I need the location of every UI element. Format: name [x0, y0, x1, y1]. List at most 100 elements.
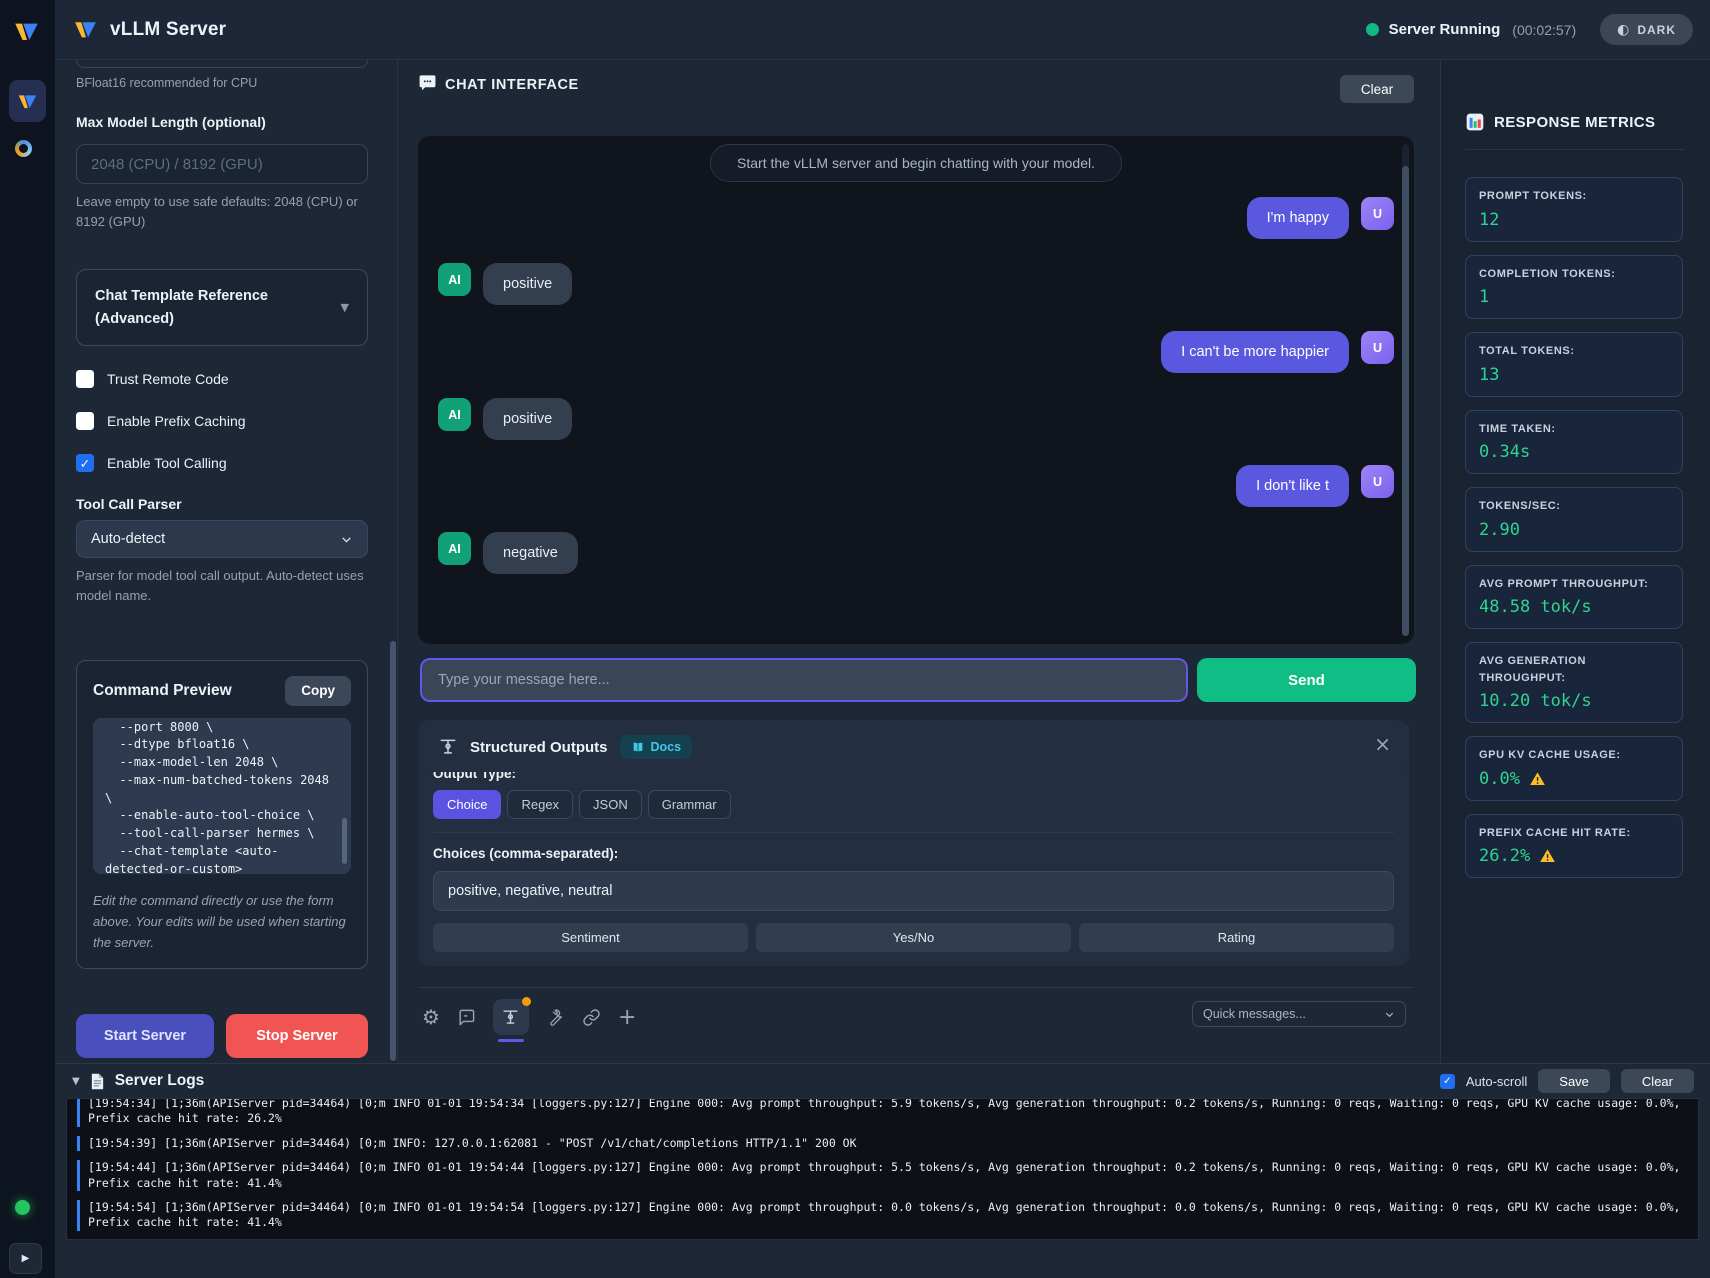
autoscroll-checkbox[interactable]: ✓ — [1440, 1074, 1455, 1089]
metric-value: 0.34s — [1479, 442, 1669, 462]
ai-bubble: negative — [483, 532, 578, 574]
warning-icon — [1529, 771, 1546, 787]
sidebar-scrollbar-thumb[interactable] — [390, 641, 396, 1061]
metric-card-completion-tokens: COMPLETION TOKENS: 1 — [1465, 255, 1683, 320]
preset-yesno[interactable]: Yes/No — [756, 923, 1071, 952]
ai-bubble: positive — [483, 263, 572, 305]
message-square-icon[interactable] — [457, 1008, 476, 1027]
autoscroll-label: Auto-scroll — [1466, 1074, 1527, 1089]
choices-input[interactable] — [433, 871, 1394, 911]
checkbox-unchecked-icon — [76, 370, 94, 388]
message-input[interactable] — [420, 658, 1188, 702]
chat-message-user: I can't be more happier U — [438, 331, 1394, 373]
chat-message-ai: AI negative — [438, 532, 1394, 574]
chat-message-user: I don't like t U — [438, 465, 1394, 507]
enable-prefix-caching-label: Enable Prefix Caching — [107, 413, 246, 429]
structured-outputs-icon — [438, 737, 458, 757]
user-bubble: I don't like t — [1236, 465, 1349, 507]
play-icon: ▶ — [22, 1253, 30, 1264]
ai-avatar: AI — [438, 398, 471, 431]
stop-server-button[interactable]: Stop Server — [226, 1014, 368, 1058]
max-model-length-input[interactable] — [76, 144, 368, 184]
server-uptime: (00:02:57) — [1512, 22, 1576, 38]
link-icon[interactable] — [582, 1008, 601, 1027]
quick-messages-select[interactable]: Quick messages... — [1192, 1001, 1406, 1027]
logs-save-button[interactable]: Save — [1538, 1069, 1610, 1093]
gear-icon[interactable]: ⚙ — [422, 1005, 440, 1029]
logs-clear-button[interactable]: Clear — [1621, 1069, 1694, 1093]
copy-button[interactable]: Copy — [285, 676, 351, 706]
welcome-message: Start the vLLM server and begin chatting… — [710, 144, 1122, 182]
metric-value: 2.90 — [1479, 520, 1669, 540]
enable-prefix-caching-checkbox[interactable]: Enable Prefix Caching — [76, 412, 368, 430]
metric-card-avg-generation-throughput: AVG GENERATION THROUGHPUT: 10.20 tok/s — [1465, 642, 1683, 723]
tool-call-parser-helper: Parser for model tool call output. Auto-… — [76, 566, 368, 606]
metric-card-time-taken: TIME TAKEN: 0.34s — [1465, 410, 1683, 475]
server-logs-section: ▼ Server Logs ✓ Auto-scroll Save Clear [… — [55, 1063, 1710, 1278]
chat-clear-button[interactable]: Clear — [1340, 75, 1414, 103]
command-preview-code[interactable]: --port 8000 \ --dtype bfloat16 \ --max-m… — [93, 718, 351, 874]
chat-template-reference-collapsible[interactable]: Chat Template Reference (Advanced) ▼ — [76, 269, 368, 346]
command-preview-title: Command Preview — [93, 682, 232, 700]
theme-toggle-label: DARK — [1637, 23, 1676, 37]
chevron-down-icon — [1384, 1009, 1395, 1020]
structured-outputs-icon — [501, 1008, 520, 1027]
metric-label: PREFIX CACHE HIT RATE: — [1479, 825, 1669, 842]
log-output-area[interactable]: [19:54:34] [1;36m(APIServer pid=34464) [… — [66, 1098, 1699, 1240]
play-button[interactable]: ▶ — [9, 1243, 42, 1274]
server-logs-title: Server Logs — [115, 1072, 205, 1090]
preset-rating[interactable]: Rating — [1079, 923, 1394, 952]
output-type-grammar[interactable]: Grammar — [648, 790, 731, 819]
metric-card-avg-prompt-throughput: AVG PROMPT THROUGHPUT: 48.58 tok/s — [1465, 565, 1683, 630]
chat-message-ai: AI positive — [438, 263, 1394, 305]
tool-call-parser-select[interactable]: Auto-detect — [76, 520, 368, 558]
output-type-json[interactable]: JSON — [579, 790, 642, 819]
active-badge-dot — [522, 997, 531, 1006]
structured-outputs-title: Structured Outputs — [470, 739, 608, 756]
dtype-helper-text: BFloat16 recommended for CPU — [76, 76, 368, 90]
metric-value: 26.2% — [1479, 846, 1530, 866]
chat-scrollbar-thumb[interactable] — [1402, 166, 1409, 636]
metric-value: 48.58 tok/s — [1479, 597, 1669, 617]
app-root: ▶ vLLM Server Server Running (00:02:57) … — [0, 0, 1710, 1278]
start-server-button[interactable]: Start Server — [76, 1014, 214, 1058]
divider — [1465, 149, 1685, 150]
docs-link[interactable]: Docs — [620, 735, 693, 759]
warning-icon — [1539, 848, 1556, 864]
plus-icon[interactable]: + — [618, 1005, 636, 1030]
metric-value: 10.20 tok/s — [1479, 691, 1669, 711]
metric-value: 12 — [1479, 210, 1669, 230]
max-model-length-helper: Leave empty to use safe defaults: 2048 (… — [76, 192, 368, 232]
ai-bubble: positive — [483, 398, 572, 440]
wrench-icon[interactable] — [546, 1008, 565, 1027]
status-indicator-dot — [15, 1200, 30, 1215]
structured-outputs-toggle[interactable] — [493, 999, 529, 1035]
metric-value: 0.0% — [1479, 769, 1520, 789]
divider — [433, 832, 1394, 833]
trust-remote-code-checkbox[interactable]: Trust Remote Code — [76, 370, 368, 388]
ai-avatar: AI — [438, 532, 471, 565]
output-type-choice[interactable]: Choice — [433, 790, 501, 819]
preset-sentiment[interactable]: Sentiment — [433, 923, 748, 952]
collapse-caret-icon[interactable]: ▼ — [72, 1076, 80, 1087]
output-type-regex[interactable]: Regex — [507, 790, 573, 819]
enable-tool-calling-checkbox[interactable]: ✓ Enable Tool Calling — [76, 454, 368, 472]
chat-message-user: I'm happy U — [438, 197, 1394, 239]
rail-item-secondary-icon[interactable] — [15, 140, 32, 157]
rail-item-vllm-active[interactable] — [9, 80, 46, 122]
code-scrollbar-thumb[interactable] — [342, 818, 347, 864]
quick-messages-placeholder: Quick messages... — [1203, 1007, 1306, 1021]
response-metrics-panel: RESPONSE METRICS PROMPT TOKENS: 12 COMPL… — [1440, 60, 1710, 1063]
send-button[interactable]: Send — [1197, 658, 1416, 702]
metric-label: GPU KV CACHE USAGE: — [1479, 747, 1669, 764]
response-metrics-title: RESPONSE METRICS — [1494, 114, 1655, 131]
theme-toggle-button[interactable]: ◐ DARK — [1600, 14, 1693, 45]
command-text: --port 8000 \ --dtype bfloat16 \ --max-m… — [105, 719, 337, 874]
command-preview-helper: Edit the command directly or use the for… — [93, 890, 351, 953]
chat-message-area[interactable]: Start the vLLM server and begin chatting… — [418, 136, 1414, 644]
metric-value: 13 — [1479, 365, 1669, 385]
close-icon[interactable]: × — [1374, 732, 1391, 756]
metric-label: PROMPT TOKENS: — [1479, 188, 1669, 205]
chat-bubble-icon — [418, 73, 437, 97]
dtype-select-clipped[interactable] — [76, 60, 368, 68]
